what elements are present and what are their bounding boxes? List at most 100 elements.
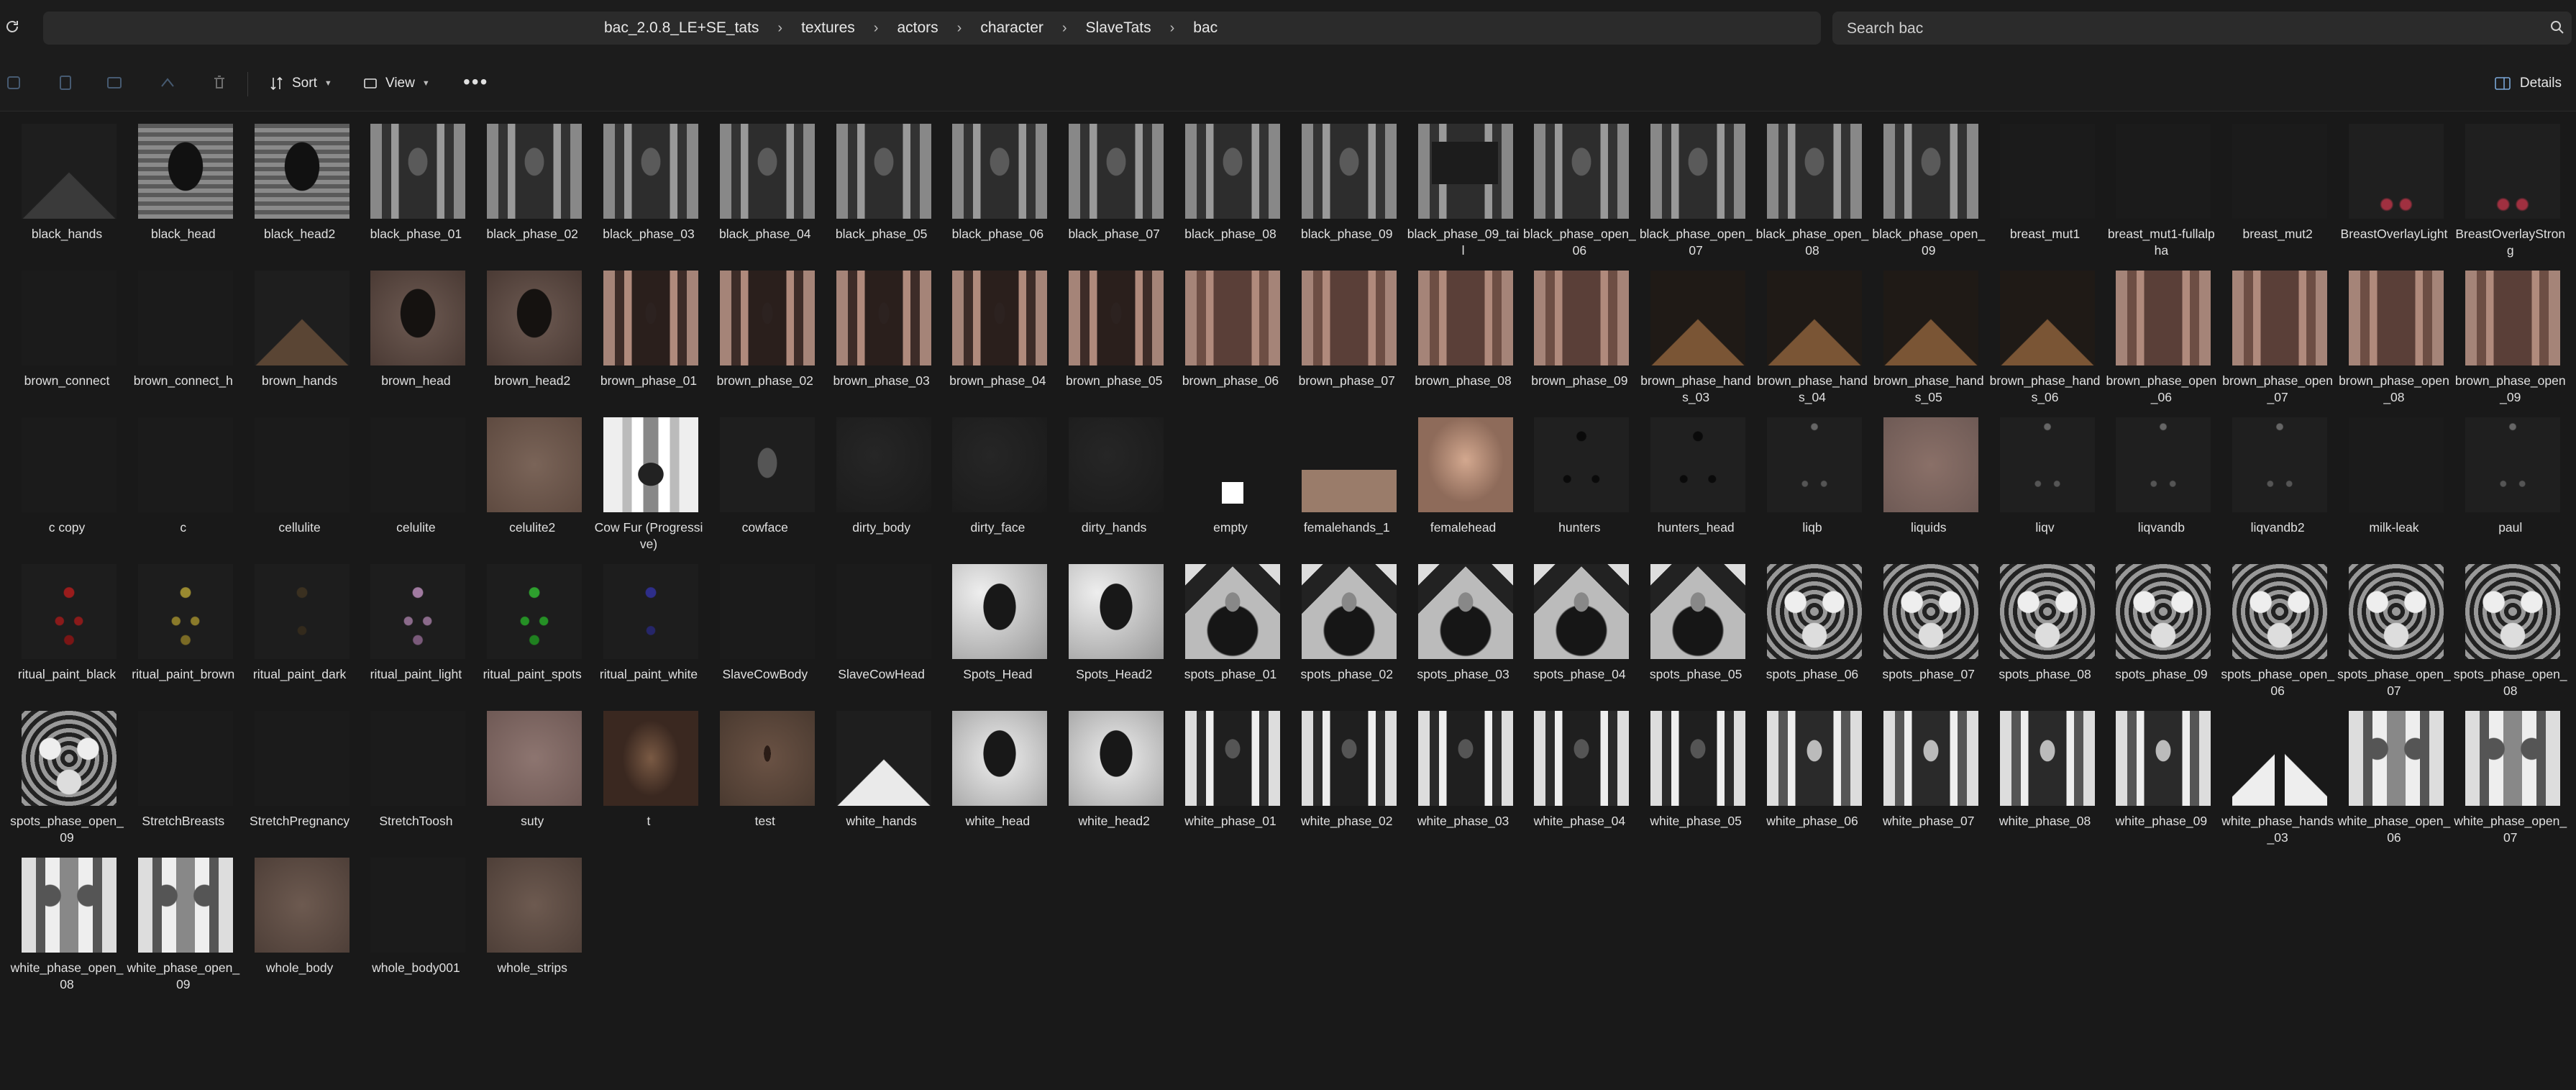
file-item[interactable]: hunters_head (1638, 414, 1754, 561)
file-item[interactable]: white_phase_open_08 (9, 855, 125, 1002)
file-item[interactable]: liqb (1754, 414, 1871, 561)
file-item[interactable]: breast_mut1-fullalpha (2103, 121, 2219, 268)
file-item[interactable]: white_phase_04 (1521, 708, 1638, 855)
file-item[interactable]: white_phase_open_09 (125, 855, 242, 1002)
file-item[interactable]: empty (1172, 414, 1289, 561)
file-item[interactable]: spots_phase_05 (1638, 561, 1754, 708)
file-item[interactable]: brown_phase_open_07 (2219, 268, 2336, 414)
file-item[interactable]: whole_body001 (357, 855, 474, 1002)
breadcrumb-item[interactable]: textures (801, 19, 855, 37)
file-item[interactable]: white_head (939, 708, 1056, 855)
file-item[interactable]: spots_phase_03 (1405, 561, 1522, 708)
file-item[interactable]: c (125, 414, 242, 561)
file-item[interactable]: black_phase_05 (823, 121, 940, 268)
file-item[interactable]: brown_phase_hands_05 (1871, 268, 1987, 414)
file-item[interactable]: spots_phase_open_08 (2452, 561, 2569, 708)
search-icon[interactable] (2549, 19, 2566, 36)
file-item[interactable]: ritual_paint_dark (242, 561, 358, 708)
file-item[interactable]: white_phase_07 (1871, 708, 1987, 855)
file-item[interactable]: brown_phase_06 (1172, 268, 1289, 414)
file-item[interactable]: black_phase_open_08 (1754, 121, 1871, 268)
breadcrumb-item[interactable]: SlaveTats (1086, 19, 1151, 37)
file-item[interactable]: whole_body (242, 855, 358, 1002)
file-item[interactable]: spots_phase_02 (1289, 561, 1405, 708)
file-item[interactable]: Spots_Head (939, 561, 1056, 708)
file-item[interactable]: black_phase_02 (474, 121, 590, 268)
file-item[interactable]: cowface (707, 414, 823, 561)
file-item[interactable]: black_phase_06 (939, 121, 1056, 268)
file-item[interactable]: hunters (1521, 414, 1638, 561)
share-icon[interactable] (158, 73, 177, 92)
file-item[interactable]: c copy (9, 414, 125, 561)
file-item[interactable]: black_phase_09 (1289, 121, 1405, 268)
file-item[interactable]: t (590, 708, 707, 855)
file-item[interactable]: brown_phase_09 (1521, 268, 1638, 414)
file-item[interactable]: spots_phase_09 (2103, 561, 2219, 708)
file-item[interactable]: brown_hands (242, 268, 358, 414)
file-item[interactable]: black_phase_07 (1056, 121, 1172, 268)
search-input[interactable]: Search bac (1832, 12, 2572, 45)
file-item[interactable]: black_phase_09_tail (1405, 121, 1522, 268)
file-item[interactable]: ritual_paint_spots (474, 561, 590, 708)
file-item[interactable]: suty (474, 708, 590, 855)
file-item[interactable]: BreastOverlayLight (2336, 121, 2452, 268)
file-item[interactable]: black_phase_open_06 (1521, 121, 1638, 268)
breadcrumb-item[interactable]: bac_2.0.8_LE+SE_tats (604, 19, 759, 37)
file-item[interactable]: spots_phase_08 (1987, 561, 2104, 708)
file-item[interactable]: liqv (1987, 414, 2104, 561)
file-item[interactable]: white_phase_open_06 (2336, 708, 2452, 855)
file-item[interactable]: black_phase_04 (707, 121, 823, 268)
file-item[interactable]: white_phase_01 (1172, 708, 1289, 855)
file-item[interactable]: SlaveCowHead (823, 561, 940, 708)
file-item[interactable]: black_hands (9, 121, 125, 268)
file-item[interactable]: femalehead (1405, 414, 1522, 561)
file-item[interactable]: brown_phase_04 (939, 268, 1056, 414)
file-item[interactable]: brown_phase_07 (1289, 268, 1405, 414)
file-item[interactable]: ritual_paint_white (590, 561, 707, 708)
file-item[interactable]: BreastOverlayStrong (2452, 121, 2569, 268)
file-item[interactable]: white_phase_09 (2103, 708, 2219, 855)
paste-icon[interactable] (105, 73, 124, 92)
file-item[interactable]: dirty_body (823, 414, 940, 561)
file-item[interactable]: ritual_paint_light (357, 561, 474, 708)
file-item[interactable]: whole_strips (474, 855, 590, 1002)
file-item[interactable]: white_phase_open_07 (2452, 708, 2569, 855)
file-item[interactable]: femalehands_1 (1289, 414, 1405, 561)
sort-button[interactable]: Sort ▼ (269, 69, 332, 98)
view-button[interactable]: View ▼ (362, 69, 430, 98)
file-item[interactable]: white_hands (823, 708, 940, 855)
breadcrumb-item[interactable]: bac (1193, 19, 1218, 37)
file-item[interactable]: black_phase_open_09 (1871, 121, 1987, 268)
details-button[interactable]: Details (2494, 69, 2562, 98)
refresh-icon[interactable] (1, 16, 23, 37)
file-item[interactable]: liqvandb2 (2219, 414, 2336, 561)
file-item[interactable]: brown_phase_03 (823, 268, 940, 414)
file-item[interactable]: brown_phase_open_06 (2103, 268, 2219, 414)
file-item[interactable]: liquids (1871, 414, 1987, 561)
file-item[interactable]: black_phase_01 (357, 121, 474, 268)
file-item[interactable]: StretchToosh (357, 708, 474, 855)
file-item[interactable]: brown_phase_hands_03 (1638, 268, 1754, 414)
file-item[interactable]: brown_phase_hands_06 (1987, 268, 2104, 414)
file-item[interactable]: brown_connect (9, 268, 125, 414)
file-item[interactable]: test (707, 708, 823, 855)
file-item[interactable]: brown_phase_hands_04 (1754, 268, 1871, 414)
file-item[interactable]: cellulite (242, 414, 358, 561)
file-item[interactable]: Cow Fur (Progressive) (590, 414, 707, 561)
file-item[interactable]: brown_phase_02 (707, 268, 823, 414)
file-item[interactable]: white_phase_hands_03 (2219, 708, 2336, 855)
file-item[interactable]: brown_phase_05 (1056, 268, 1172, 414)
file-item[interactable]: brown_head (357, 268, 474, 414)
file-item[interactable]: celulite (357, 414, 474, 561)
file-item[interactable]: white_head2 (1056, 708, 1172, 855)
file-item[interactable]: breast_mut1 (1987, 121, 2104, 268)
file-item[interactable]: spots_phase_open_07 (2336, 561, 2452, 708)
file-item[interactable]: Spots_Head2 (1056, 561, 1172, 708)
breadcrumb-item[interactable]: character (980, 19, 1043, 37)
file-item[interactable]: white_phase_08 (1987, 708, 2104, 855)
file-item[interactable]: black_phase_03 (590, 121, 707, 268)
breadcrumb[interactable]: bac_2.0.8_LE+SE_tats › textures › actors › cha… (43, 12, 1821, 45)
file-item[interactable]: dirty_face (939, 414, 1056, 561)
more-options-button[interactable]: ••• (463, 71, 488, 94)
file-item[interactable]: brown_phase_open_08 (2336, 268, 2452, 414)
